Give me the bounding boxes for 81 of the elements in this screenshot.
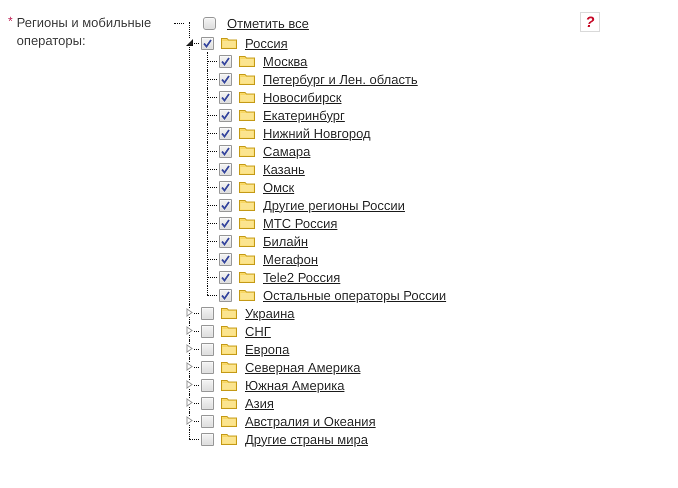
select-all-link[interactable]: Отметить все: [227, 16, 309, 30]
folder-icon: [239, 109, 255, 121]
tree-item-link[interactable]: Россия: [245, 36, 288, 50]
tree-item-link[interactable]: Остальные операторы России: [263, 288, 446, 302]
folder-icon: [221, 343, 237, 355]
checkbox[interactable]: [201, 378, 214, 392]
tree-item-link[interactable]: Мегафон: [263, 252, 318, 266]
folder-icon: [239, 253, 255, 265]
checkbox[interactable]: [219, 234, 232, 248]
checkbox[interactable]: [219, 162, 232, 176]
tree-item-link[interactable]: Нижний Новгород: [263, 126, 371, 140]
tree-item-link[interactable]: Омск: [263, 180, 294, 194]
checkbox[interactable]: [219, 198, 232, 212]
folder-icon: [221, 325, 237, 337]
folder-icon: [239, 163, 255, 175]
folder-icon: [239, 289, 255, 301]
expand-icon[interactable]: [185, 344, 194, 353]
help-button[interactable]: ?: [580, 12, 600, 32]
checkbox[interactable]: [201, 36, 214, 50]
tree-item-link[interactable]: СНГ: [245, 324, 271, 338]
checkbox[interactable]: [219, 270, 232, 284]
tree-item-link[interactable]: Северная Америка: [245, 360, 360, 374]
expand-icon[interactable]: [185, 380, 194, 389]
tree-item-link[interactable]: Европа: [245, 342, 290, 356]
checkbox[interactable]: [219, 72, 232, 86]
folder-icon: [221, 397, 237, 409]
folder-icon: [239, 55, 255, 67]
tree-item-link[interactable]: Другие регионы России: [263, 198, 405, 212]
checkbox[interactable]: [219, 144, 232, 158]
checkbox[interactable]: [219, 288, 232, 302]
checkbox[interactable]: [219, 90, 232, 104]
folder-icon: [239, 217, 255, 229]
folder-icon: [239, 127, 255, 139]
folder-icon: [239, 271, 255, 283]
checkbox[interactable]: [219, 252, 232, 266]
checkbox[interactable]: [219, 126, 232, 140]
tree-item-link[interactable]: Украина: [245, 306, 294, 320]
folder-icon: [221, 361, 237, 373]
checkbox[interactable]: [201, 360, 214, 374]
tree-item-link[interactable]: Петербург и Лен. область: [263, 72, 418, 86]
tree-item-link[interactable]: Билайн: [263, 234, 308, 248]
folder-icon: [221, 307, 237, 319]
checkbox[interactable]: [219, 180, 232, 194]
folder-icon: [239, 199, 255, 211]
checkbox[interactable]: [201, 432, 214, 446]
folder-icon: [239, 73, 255, 85]
checkbox[interactable]: [203, 16, 216, 30]
checkbox[interactable]: [219, 54, 232, 68]
folder-icon: [239, 235, 255, 247]
checkbox[interactable]: [201, 414, 214, 428]
tree-item-link[interactable]: Южная Америка: [245, 378, 344, 392]
checkbox[interactable]: [201, 324, 214, 338]
expand-icon[interactable]: [185, 398, 194, 407]
expand-icon[interactable]: [185, 308, 194, 317]
tree-item-link[interactable]: Азия: [245, 396, 274, 410]
field-label: Регионы и мобильные операторы:: [16, 14, 152, 50]
expand-icon[interactable]: [185, 326, 194, 335]
checkbox[interactable]: [201, 342, 214, 356]
checkbox[interactable]: [201, 306, 214, 320]
folder-icon: [221, 415, 237, 427]
expand-icon[interactable]: [185, 416, 194, 425]
checkbox[interactable]: [219, 216, 232, 230]
checkbox[interactable]: [201, 396, 214, 410]
tree-item-link[interactable]: Казань: [263, 162, 305, 176]
required-mark: *: [8, 14, 13, 30]
tree-item-link[interactable]: Новосибирск: [263, 90, 342, 104]
tree-item-link[interactable]: Москва: [263, 54, 308, 68]
tree-item-link[interactable]: Самара: [263, 144, 310, 158]
folder-icon: [239, 91, 255, 103]
folder-icon: [239, 181, 255, 193]
tree-item-link[interactable]: Екатеринбург: [263, 108, 345, 122]
tree-item-link[interactable]: Австралия и Океания: [245, 414, 376, 428]
folder-icon: [221, 433, 237, 445]
tree-item-link[interactable]: Tele2 Россия: [263, 270, 340, 284]
expand-icon[interactable]: [185, 362, 194, 371]
folder-icon: [221, 379, 237, 391]
checkbox[interactable]: [219, 108, 232, 122]
tree-item-link[interactable]: МТС Россия: [263, 216, 338, 230]
folder-icon: [221, 37, 237, 49]
folder-icon: [239, 145, 255, 157]
tree-item-link[interactable]: Другие страны мира: [245, 432, 368, 446]
